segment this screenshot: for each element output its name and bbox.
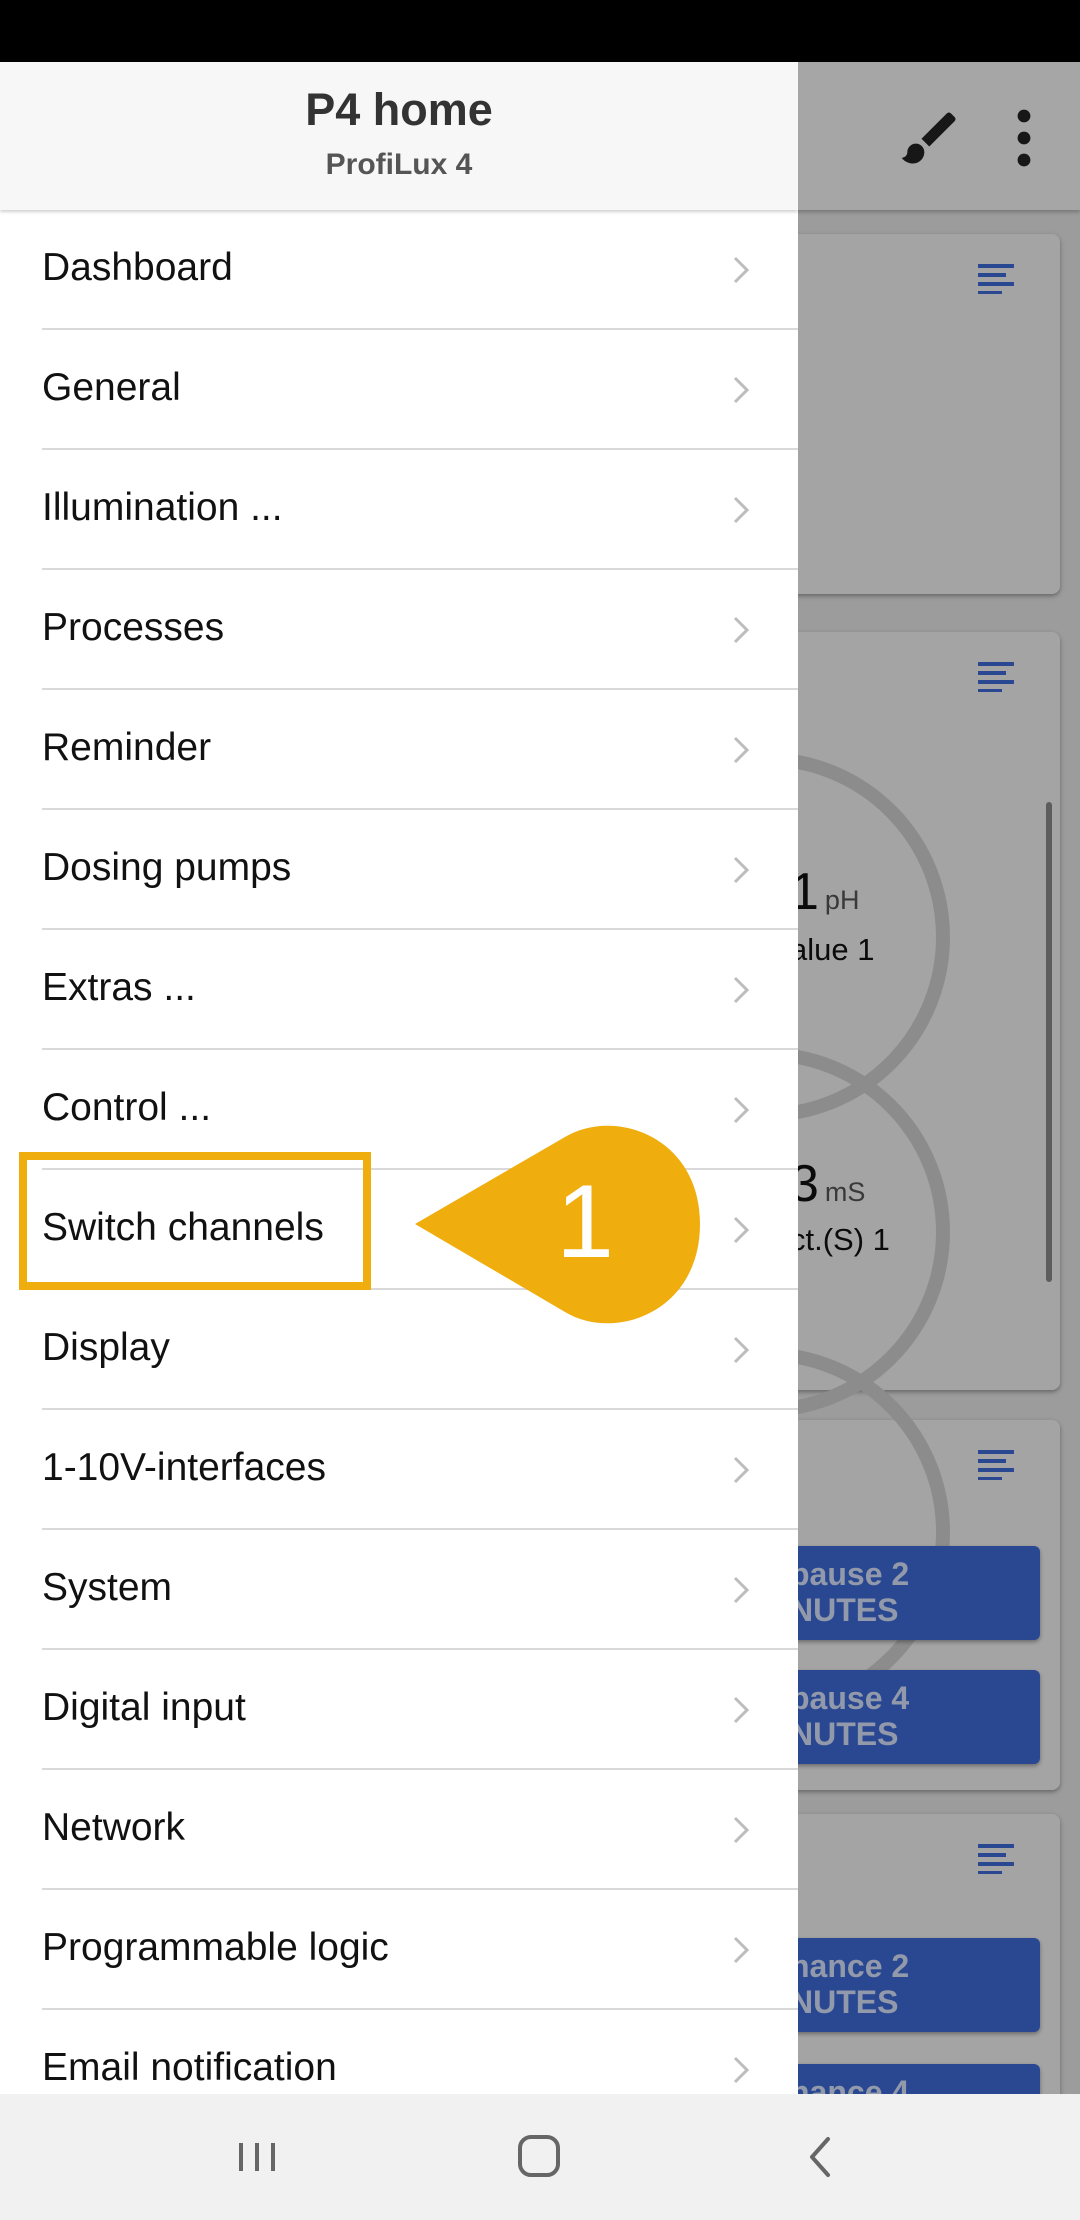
chevron-right-icon [733,736,750,764]
chevron-right-icon [733,1336,750,1364]
chevron-right-icon [733,376,750,404]
menu-item-label: Extras ... [42,966,196,1009]
menu-item-email-notification[interactable]: Email notification [0,2010,798,2094]
drawer-subtitle: ProfiLux 4 [325,148,473,181]
menu-item-label: System [42,1566,173,1609]
menu-item-processes[interactable]: Processes [0,570,798,690]
menu-item-extras[interactable]: Extras ... [0,930,798,1050]
chevron-right-icon [733,1456,750,1484]
menu-item-label: Dashboard [42,246,233,289]
back-icon[interactable] [780,2120,860,2194]
chevron-right-icon [733,1216,750,1244]
drawer-title: P4 home [305,84,493,135]
menu-item-label: Illumination ... [42,486,283,529]
chevron-right-icon [733,1096,750,1124]
step-number: 1 [556,1164,614,1280]
menu-item-general[interactable]: General [0,330,798,450]
menu-item-label: Network [42,1806,186,1849]
menu-item-label: 1-10V-interfaces [42,1446,326,1489]
chevron-right-icon [733,256,750,284]
menu-item-label: General [42,366,181,409]
menu-item-dosing-pumps[interactable]: Dosing pumps [0,810,798,930]
menu-item-label: Digital input [42,1686,246,1729]
system-nav-bar [0,2094,1080,2220]
menu-item-network[interactable]: Network [0,1770,798,1890]
chevron-right-icon [733,2056,750,2084]
chevron-right-icon [733,616,750,644]
chevron-right-icon [733,1576,750,1604]
recent-apps-icon[interactable] [217,2120,297,2194]
home-icon[interactable] [499,2120,579,2194]
menu-item-label: Processes [42,606,225,649]
menu-item-1-10v-interfaces[interactable]: 1-10V-interfaces [0,1410,798,1530]
status-bar [0,0,1080,62]
menu-item-digital-input[interactable]: Digital input [0,1650,798,1770]
menu-item-dashboard[interactable]: Dashboard [0,210,798,330]
menu-item-label: Reminder [42,726,212,769]
menu-item-label: Dosing pumps [42,846,292,889]
menu-item-system[interactable]: System [0,1530,798,1650]
menu-item-label: Programmable logic [42,1926,389,1969]
menu-item-label: Control ... [42,1086,212,1129]
chevron-right-icon [733,1936,750,1964]
drawer-header: P4 home ProfiLux 4 [0,62,798,210]
menu-item-label: Display [42,1326,170,1369]
highlight-box [19,1152,371,1290]
chevron-right-icon [733,1696,750,1724]
chevron-right-icon [733,976,750,1004]
menu-item-illumination[interactable]: Illumination ... [0,450,798,570]
menu-item-reminder[interactable]: Reminder [0,690,798,810]
chevron-right-icon [733,1816,750,1844]
menu-item-programmable-logic[interactable]: Programmable logic [0,1890,798,2010]
chevron-right-icon [733,496,750,524]
navigation-drawer: P4 home ProfiLux 4 Dashboard General Ill… [0,62,798,2094]
chevron-right-icon [733,856,750,884]
menu-item-label: Email notification [42,2046,337,2089]
